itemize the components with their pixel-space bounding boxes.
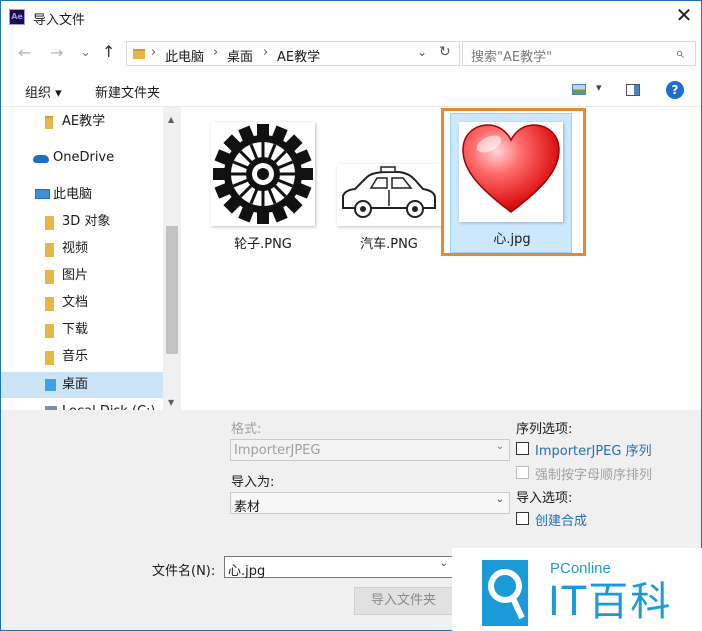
file-thumbnail (211, 122, 315, 226)
address-dropdown[interactable]: ⌄ (417, 45, 427, 59)
breadcrumb-ae-folder[interactable]: AE教学 (277, 46, 320, 65)
video-icon (45, 243, 54, 257)
car-icon (342, 166, 436, 218)
sidebar-item-3d-objects[interactable]: 3D 对象 (1, 209, 163, 235)
back-button[interactable]: ← (18, 43, 31, 63)
sidebar-item-videos[interactable]: 视频 (1, 236, 163, 262)
sidebar-item-label: Local Disk (C:) (62, 399, 155, 410)
sidebar-item-downloads[interactable]: 下载 (1, 317, 163, 343)
desktop-icon (45, 379, 56, 391)
gear-icon (213, 124, 313, 224)
sidebar-item-label: 下载 (62, 322, 89, 337)
organize-menu[interactable]: 组织 ▾ (25, 82, 62, 101)
download-icon (45, 324, 54, 338)
new-folder-button[interactable]: 新建文件夹 (95, 82, 160, 101)
breadcrumb-separator: › (151, 45, 157, 60)
sidebar-item-desktop[interactable]: 桌面 (1, 372, 163, 398)
sequence-options-title: 序列选项: (516, 422, 573, 437)
sidebar-item-label: 视频 (62, 241, 89, 256)
forward-button[interactable]: → (50, 43, 63, 63)
sidebar-item-pictures[interactable]: 图片 (1, 263, 163, 289)
breadcrumb-desktop[interactable]: 桌面 (227, 46, 253, 65)
picture-icon (45, 270, 54, 284)
scroll-up-arrow[interactable]: ▲ (168, 115, 174, 124)
format-label: 格式: (231, 422, 262, 437)
help-button[interactable]: ? (666, 81, 684, 99)
sidebar-item-label: OneDrive (53, 150, 115, 165)
sidebar-item-music[interactable]: 音乐 (1, 344, 163, 370)
filename-input[interactable]: 心.jpg ⌄ (224, 556, 454, 579)
filename-value: 心.jpg (228, 564, 266, 579)
sidebar-item-label: 音乐 (62, 349, 89, 364)
sidebar-item-label: AE教学 (62, 114, 106, 129)
watermark-title: IT百科 (548, 579, 673, 625)
file-item-wheel[interactable]: 轮子.PNG (198, 109, 328, 259)
sidebar-item-documents[interactable]: 文档 (1, 290, 163, 316)
format-value: ImporterJPEG (234, 443, 321, 458)
sidebar-item-label: 图片 (62, 268, 89, 283)
scroll-down-arrow[interactable]: ▼ (168, 398, 174, 407)
music-icon (45, 351, 54, 365)
file-thumbnail (337, 164, 441, 226)
cube-icon (45, 216, 54, 230)
import-options-title: 导入选项: (516, 491, 573, 506)
folder-icon (133, 49, 145, 59)
sequence-checkbox[interactable] (516, 442, 529, 455)
force-alphabetical-checkbox[interactable] (516, 466, 529, 479)
filename-label: 文件名(N): (152, 564, 216, 579)
sidebar-item-ae-folder[interactable]: AE教学 (1, 109, 163, 135)
breadcrumb-separator: › (213, 45, 219, 60)
document-icon (45, 297, 54, 311)
title-bar (1, 1, 701, 34)
file-item-car[interactable]: 汽车.PNG (324, 109, 454, 259)
view-options-dropdown[interactable]: ▾ (596, 81, 602, 94)
file-name: 汽车.PNG (360, 237, 418, 252)
cloud-icon (33, 155, 49, 163)
computer-icon (35, 189, 50, 199)
sidebar-item-label: 3D 对象 (62, 214, 111, 229)
folder-icon (45, 116, 53, 129)
sequence-checkbox-label[interactable]: ImporterJPEG 序列 (535, 440, 652, 459)
sidebar-scrollbar-thumb[interactable] (166, 226, 178, 354)
import-as-select[interactable]: 素材 ⌄ (230, 492, 510, 515)
sidebar-item-label: 此电脑 (53, 187, 93, 202)
view-thumbnail-icon[interactable] (572, 84, 586, 95)
refresh-icon[interactable]: ↻ (439, 44, 451, 60)
import-as-value: 素材 (234, 500, 261, 515)
watermark: PConline IT百科 (452, 548, 702, 631)
window-title: 导入文件 (33, 13, 86, 28)
search-box[interactable]: 搜索"AE教学" ⌕ (462, 41, 696, 66)
create-composition-label[interactable]: 创建合成 (535, 510, 587, 529)
after-effects-logo-icon: Ae (9, 9, 25, 25)
sidebar-item-label: 文档 (62, 295, 89, 310)
format-select[interactable]: ImporterJPEG ⌄ (230, 439, 510, 461)
close-button[interactable]: ✕ (672, 4, 696, 28)
force-alphabetical-label: 强制按字母顺序排列 (535, 468, 653, 483)
highlight-frame (441, 108, 586, 256)
address-bar[interactable]: › 此电脑 › 桌面 › AE教学 ⌄ ↻ (126, 41, 460, 66)
create-composition-checkbox[interactable] (516, 512, 529, 525)
file-name: 轮子.PNG (234, 237, 292, 252)
search-input[interactable]: 搜索"AE教学" (471, 46, 552, 65)
watermark-brand: PConline (550, 560, 611, 577)
sidebar-item-local-disk[interactable]: Local Disk (C:) (1, 399, 163, 410)
breadcrumb-separator: › (263, 45, 269, 60)
up-button[interactable]: ↑ (102, 42, 115, 62)
chevron-down-icon: ⌄ (439, 558, 448, 569)
breadcrumb-this-pc[interactable]: 此电脑 (165, 46, 204, 65)
recent-locations-dropdown[interactable]: ⌄ (80, 43, 91, 63)
sidebar-item-label: 桌面 (62, 377, 89, 392)
sidebar-item-onedrive[interactable]: OneDrive (1, 145, 163, 171)
chevron-down-icon: ⌄ (495, 494, 504, 505)
search-icon[interactable]: ⌕ (675, 43, 684, 63)
sidebar-item-this-pc[interactable]: 此电脑 (1, 182, 163, 208)
pconline-logo-icon (482, 560, 528, 626)
navigation-pane: AE教学 OneDrive 此电脑 3D 对象 视频 图片 文档 下载 音乐 桌… (1, 107, 181, 410)
import-folder-button[interactable]: 导入文件夹 (354, 587, 453, 615)
chevron-down-icon: ⌄ (495, 441, 504, 452)
import-as-label: 导入为: (231, 475, 275, 490)
preview-pane-icon[interactable] (626, 84, 640, 96)
